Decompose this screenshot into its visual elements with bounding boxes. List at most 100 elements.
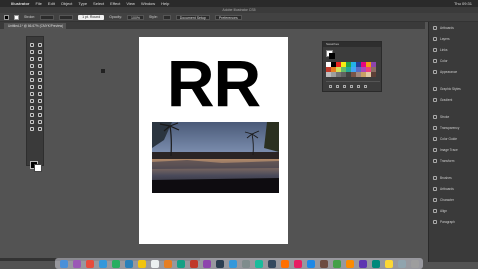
menu-help[interactable]: Help <box>161 1 169 6</box>
swatch-libraries-icon[interactable] <box>329 85 332 88</box>
column-graph-tool-icon[interactable] <box>36 112 43 118</box>
finder-icon[interactable] <box>59 259 68 268</box>
mesh-tool-icon[interactable] <box>28 98 35 104</box>
document-setup-button[interactable]: Document Setup <box>175 14 210 20</box>
indesign-app-icon[interactable] <box>293 259 302 268</box>
settings-icon[interactable] <box>241 259 250 268</box>
swatch[interactable] <box>371 72 376 77</box>
width-tool-icon[interactable] <box>28 84 35 90</box>
menu-view[interactable]: View <box>126 1 135 6</box>
photos-icon[interactable] <box>163 259 172 268</box>
menu-object[interactable]: Object <box>61 1 73 6</box>
new-swatch-icon[interactable] <box>357 85 360 88</box>
safari-icon[interactable] <box>98 259 107 268</box>
terminal-icon[interactable] <box>267 259 276 268</box>
menu-edit[interactable]: Edit <box>48 1 55 6</box>
trash-icon[interactable] <box>364 85 367 88</box>
gradient-tool-icon[interactable] <box>36 98 43 104</box>
paintbrush-tool-icon[interactable] <box>28 70 35 76</box>
messages-icon[interactable] <box>111 259 120 268</box>
placed-image[interactable] <box>152 122 279 193</box>
notes-icon[interactable] <box>137 259 146 268</box>
music-icon[interactable] <box>189 259 198 268</box>
variable-width-field[interactable] <box>59 14 74 20</box>
panel-graphic-styles[interactable]: Graphic Styles <box>429 83 478 94</box>
slice-tool-icon[interactable] <box>36 119 43 125</box>
panel-gradient[interactable]: Gradient <box>429 94 478 105</box>
panel-character[interactable]: Character <box>429 194 478 205</box>
direct-selection-tool-icon[interactable] <box>36 42 43 48</box>
panel-artboards-2[interactable]: Artboards <box>429 183 478 194</box>
panel-stroke[interactable]: Stroke <box>429 111 478 122</box>
stroke-color-box[interactable] <box>34 164 42 172</box>
menu-type[interactable]: Type <box>78 1 87 6</box>
spotify-icon[interactable] <box>254 259 263 268</box>
menu-illustrator[interactable]: Illustrator <box>11 1 29 6</box>
appletv-icon[interactable] <box>215 259 224 268</box>
menu-effect[interactable]: Effect <box>110 1 120 6</box>
swatches-panel-title[interactable]: Swatches <box>323 42 381 47</box>
current-stroke-swatch[interactable] <box>329 53 335 59</box>
panel-color-guide[interactable]: Color Guide <box>429 133 478 144</box>
eyedropper-tool-icon[interactable] <box>28 105 35 111</box>
pencil-tool-icon[interactable] <box>36 70 43 76</box>
new-color-group-icon[interactable] <box>350 85 353 88</box>
style-picker[interactable] <box>162 14 171 20</box>
document-tab[interactable]: Untitled-1* @ 66.67% (CMYK/Preview) <box>4 23 66 29</box>
free-transform-tool-icon[interactable] <box>36 84 43 90</box>
downloads-icon[interactable] <box>397 259 406 268</box>
artboard-tool-icon[interactable] <box>28 119 35 125</box>
menu-file[interactable]: File <box>35 1 41 6</box>
artboard-text[interactable]: RR <box>139 47 288 119</box>
panel-align[interactable]: Align <box>429 205 478 216</box>
line-tool-icon[interactable] <box>28 63 35 69</box>
preferences-button[interactable]: Preferences <box>214 14 242 20</box>
show-kinds-icon[interactable] <box>336 85 339 88</box>
pages-icon[interactable] <box>345 259 354 268</box>
mail-icon[interactable] <box>124 259 133 268</box>
rectangle-tool-icon[interactable] <box>36 63 43 69</box>
perspective-grid-tool-icon[interactable] <box>36 91 43 97</box>
appstore-icon[interactable] <box>228 259 237 268</box>
pen-tool-icon[interactable] <box>28 56 35 62</box>
lasso-tool-icon[interactable] <box>36 49 43 55</box>
panel-transform[interactable]: Transform <box>429 155 478 166</box>
zoom-tool-icon[interactable] <box>36 126 43 132</box>
trash-bin-icon[interactable] <box>410 259 419 268</box>
selection-tool-icon[interactable] <box>28 42 35 48</box>
fill-swatch[interactable] <box>4 14 9 20</box>
magic-wand-tool-icon[interactable] <box>28 49 35 55</box>
swatch-options-icon[interactable] <box>343 85 346 88</box>
panel-paragraph[interactable]: Paragraph <box>429 216 478 227</box>
facetime-icon[interactable] <box>176 259 185 268</box>
panel-image-trace[interactable]: Image Trace <box>429 144 478 155</box>
symbol-sprayer-tool-icon[interactable] <box>28 112 35 118</box>
folder-icon[interactable] <box>384 259 393 268</box>
keynote-icon[interactable] <box>358 259 367 268</box>
photoshop-app-icon[interactable] <box>306 259 315 268</box>
podcasts-icon[interactable] <box>202 259 211 268</box>
stroke-swatch[interactable] <box>14 14 19 20</box>
brush-definition[interactable]: 1 pt. Round <box>78 14 105 20</box>
panel-links[interactable]: Links <box>429 44 478 55</box>
maps-icon[interactable] <box>371 259 380 268</box>
calendar-icon[interactable] <box>150 259 159 268</box>
panel-transparency[interactable]: Transparency <box>429 122 478 133</box>
blend-tool-icon[interactable] <box>36 105 43 111</box>
preview-icon[interactable] <box>319 259 328 268</box>
shape-builder-tool-icon[interactable] <box>28 91 35 97</box>
menu-select[interactable]: Select <box>93 1 104 6</box>
panel-color[interactable]: Color <box>429 55 478 66</box>
hand-tool-icon[interactable] <box>28 126 35 132</box>
opacity-field[interactable]: 100% <box>127 14 144 20</box>
artboard[interactable]: RR <box>139 37 288 244</box>
panel-brushes[interactable]: Brushes <box>429 172 478 183</box>
type-tool-icon[interactable] <box>36 56 43 62</box>
stroke-weight-field[interactable] <box>40 14 55 20</box>
panel-appearance[interactable]: Appearance <box>429 66 478 77</box>
panel-artboards[interactable]: Artboards <box>429 22 478 33</box>
rotate-tool-icon[interactable] <box>28 77 35 83</box>
siri-icon[interactable] <box>72 259 81 268</box>
menu-window[interactable]: Window <box>141 1 155 6</box>
numbers-icon[interactable] <box>332 259 341 268</box>
